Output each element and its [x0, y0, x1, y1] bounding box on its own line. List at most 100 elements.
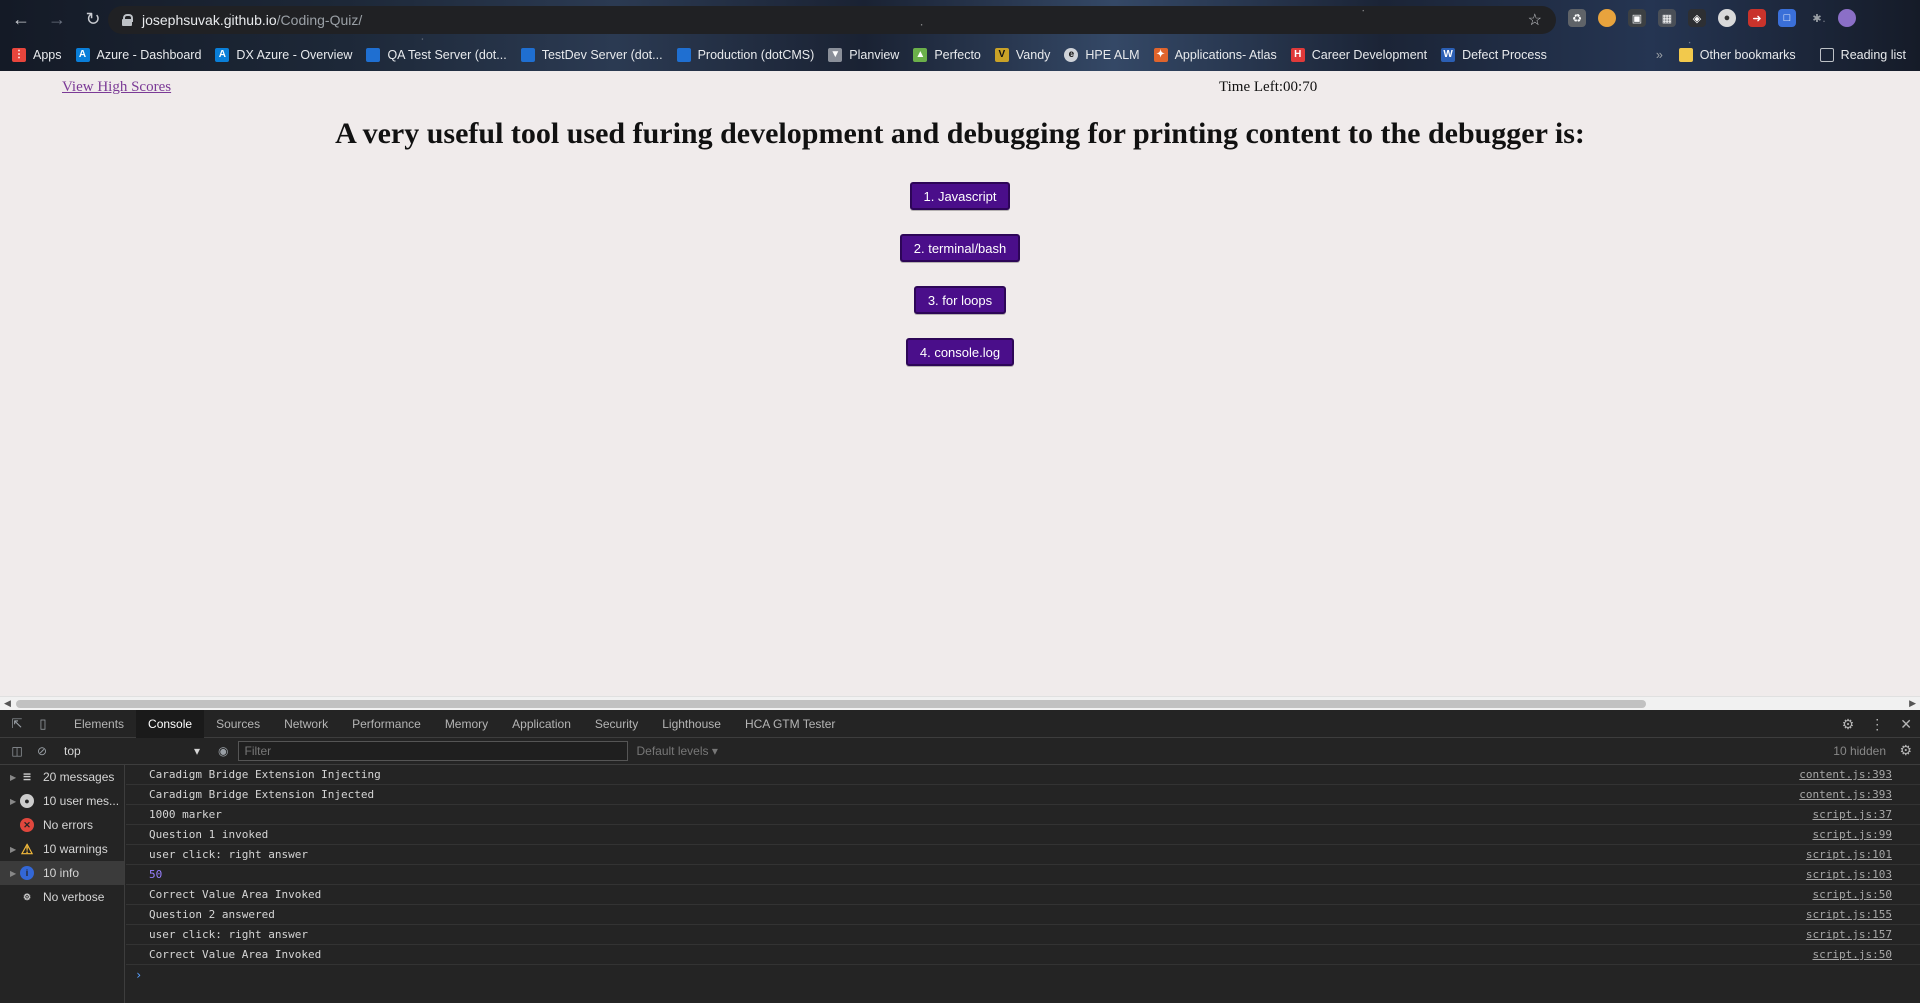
expand-caret-icon: ▶: [10, 868, 17, 878]
log-message: Caradigm Bridge Extension Injecting: [149, 768, 381, 781]
tab-ext-icon[interactable]: □: [1778, 9, 1796, 27]
log-source-link[interactable]: script.js:101: [1806, 848, 1892, 861]
log-source-link[interactable]: script.js:37: [1813, 808, 1892, 821]
device-toolbar-icon[interactable]: ▯: [34, 715, 52, 733]
view-high-scores-link[interactable]: View High Scores: [62, 79, 171, 96]
back-arrow-icon[interactable]: ←: [6, 4, 36, 34]
log-row: Caradigm Bridge Extension Injecting conte…: [126, 765, 1920, 785]
eye-icon[interactable]: ◉: [218, 744, 228, 758]
reading-list-icon: [1819, 47, 1834, 62]
url-host: josephsuvak.github.io: [142, 12, 277, 28]
log-levels-dropdown[interactable]: Default levels ▾: [636, 744, 717, 758]
tab-elements[interactable]: Elements: [62, 710, 136, 738]
other-bookmarks-label: Other bookmarks: [1699, 47, 1796, 62]
clear-console-icon[interactable]: ⊘: [34, 743, 50, 759]
bookmark-qa-test-server[interactable]: QA Test Server (dot...: [366, 47, 507, 62]
bookmark-defect-process[interactable]: W Defect Process: [1441, 47, 1547, 62]
chrome-ext-icon[interactable]: [1598, 9, 1616, 27]
bookmark-planview[interactable]: ▼ Planview: [828, 47, 900, 62]
reload-icon[interactable]: ↻: [78, 4, 108, 34]
azure-icon: A: [75, 47, 90, 62]
bookmark-dx-azure[interactable]: A DX Azure - Overview: [215, 47, 352, 62]
log-source-link[interactable]: script.js:157: [1806, 928, 1892, 941]
log-source-link[interactable]: script.js:50: [1813, 888, 1892, 901]
tab-sources[interactable]: Sources: [204, 710, 272, 738]
bookmark-azure-dashboard[interactable]: A Azure - Dashboard: [75, 47, 202, 62]
log-source-link[interactable]: content.js:393: [1799, 768, 1892, 781]
more-options-icon[interactable]: ⋮: [1870, 716, 1884, 733]
bookmark-atlas[interactable]: ✦ Applications- Atlas: [1153, 47, 1277, 62]
scroll-left-icon[interactable]: ◀: [4, 698, 11, 709]
console-log: Caradigm Bridge Extension Injecting conte…: [126, 765, 1920, 1003]
close-icon[interactable]: ✕: [1900, 716, 1912, 733]
grid-ext-icon[interactable]: ▦: [1658, 9, 1676, 27]
answer-button-3[interactable]: 3. for loops: [913, 286, 1007, 314]
bookmark-testdev-server[interactable]: TestDev Server (dot...: [520, 47, 663, 62]
tab-memory[interactable]: Memory: [433, 710, 500, 738]
screenshot-ext-icon[interactable]: ▣: [1628, 9, 1646, 27]
address-bar[interactable]: josephsuvak.github.io/Coding-Quiz/ ☆: [108, 6, 1556, 34]
answer-button-1[interactable]: 1. Javascript: [909, 182, 1011, 210]
tab-security[interactable]: Security: [583, 710, 650, 738]
bookmark-apps[interactable]: ⋮ Apps: [12, 47, 62, 62]
tab-lighthouse[interactable]: Lighthouse: [650, 710, 733, 738]
tab-network[interactable]: Network: [272, 710, 340, 738]
more-bookmarks-icon[interactable]: »: [1656, 48, 1663, 62]
extension-icon[interactable]: ♻: [1568, 9, 1586, 27]
bookmark-production[interactable]: Production (dotCMS): [676, 47, 814, 62]
expand-caret-icon: ▶: [10, 772, 17, 782]
sidebar-item-info[interactable]: ▶ i 10 info: [0, 861, 124, 885]
bookmark-label: Azure - Dashboard: [96, 47, 202, 62]
console-sidebar: ▶ ☰ 20 messages ▶ ● 10 user mes... ✕ No error…: [0, 765, 125, 1003]
tab-application[interactable]: Application: [500, 710, 583, 738]
forward-arrow-icon[interactable]: →: [42, 4, 72, 34]
arrow-ext-icon[interactable]: ➜: [1748, 9, 1766, 27]
tab-console[interactable]: Console: [136, 709, 205, 738]
reading-list[interactable]: Reading list: [1819, 47, 1906, 62]
bookmark-label: Applications- Atlas: [1174, 47, 1277, 62]
puzzle-icon[interactable]: ✱: [1808, 9, 1826, 27]
sidebar-item-warnings[interactable]: ▶ ⚠ 10 warnings: [0, 837, 124, 861]
bookmark-label: Planview: [849, 47, 900, 62]
log-source-link[interactable]: script.js:103: [1806, 868, 1892, 881]
console-prompt[interactable]: ›: [126, 965, 1920, 985]
tab-performance[interactable]: Performance: [340, 710, 433, 738]
tab-hca-gtm-tester[interactable]: HCA GTM Tester: [733, 710, 847, 738]
navigation-bar: ← → ↻ josephsuvak.github.io/Coding-Quiz/…: [0, 0, 1920, 38]
log-row: user click: right answer script.js:101: [126, 845, 1920, 865]
other-bookmarks[interactable]: Other bookmarks: [1678, 47, 1796, 62]
console-settings-icon[interactable]: ⚙: [1899, 742, 1912, 759]
horizontal-scrollbar[interactable]: ◀ ▶: [0, 696, 1920, 710]
bookmark-perfecto[interactable]: ▲ Perfecto: [913, 47, 981, 62]
sidebar-item-user-messages[interactable]: ▶ ● 10 user mes...: [0, 789, 124, 813]
filter-input[interactable]: Filter: [238, 741, 629, 761]
log-row: user click: right answer script.js:157: [126, 925, 1920, 945]
bookmarks-right: » Other bookmarks Reading list: [1656, 38, 1906, 71]
hidden-count: 10 hidden: [1833, 744, 1886, 758]
scrollbar-thumb[interactable]: [16, 700, 1646, 708]
sidebar-toggle-icon[interactable]: ◫: [9, 743, 25, 759]
log-source-link[interactable]: content.js:393: [1799, 788, 1892, 801]
sidebar-item-verbose[interactable]: ⚙ No verbose: [0, 885, 124, 909]
bookmark-career-development[interactable]: H Career Development: [1290, 47, 1427, 62]
scroll-right-icon[interactable]: ▶: [1909, 698, 1916, 709]
bookmark-star-icon[interactable]: ☆: [1528, 10, 1542, 30]
settings-gear-icon[interactable]: ⚙: [1842, 716, 1855, 733]
log-source-link[interactable]: script.js:50: [1813, 948, 1892, 961]
context-selector[interactable]: top ▾: [64, 744, 200, 758]
answer-button-4[interactable]: 4. console.log: [905, 338, 1015, 366]
sidebar-item-errors[interactable]: ✕ No errors: [0, 813, 124, 837]
bookmark-label: TestDev Server (dot...: [541, 47, 663, 62]
log-source-link[interactable]: script.js:99: [1813, 828, 1892, 841]
answer-button-2[interactable]: 2. terminal/bash: [899, 234, 1021, 262]
bookmark-hpe-alm[interactable]: e HPE ALM: [1064, 47, 1140, 62]
sidebar-item-label: No errors: [43, 818, 94, 832]
log-message: user click: right answer: [149, 848, 308, 861]
avatar[interactable]: [1838, 9, 1856, 27]
circle-ext-icon[interactable]: ●: [1718, 9, 1736, 27]
bookmark-vandy[interactable]: V Vandy: [994, 47, 1050, 62]
sidebar-item-messages[interactable]: ▶ ☰ 20 messages: [0, 765, 124, 789]
shield-ext-icon[interactable]: ◈: [1688, 9, 1706, 27]
log-source-link[interactable]: script.js:155: [1806, 908, 1892, 921]
inspect-icon[interactable]: ⇱: [8, 715, 26, 733]
